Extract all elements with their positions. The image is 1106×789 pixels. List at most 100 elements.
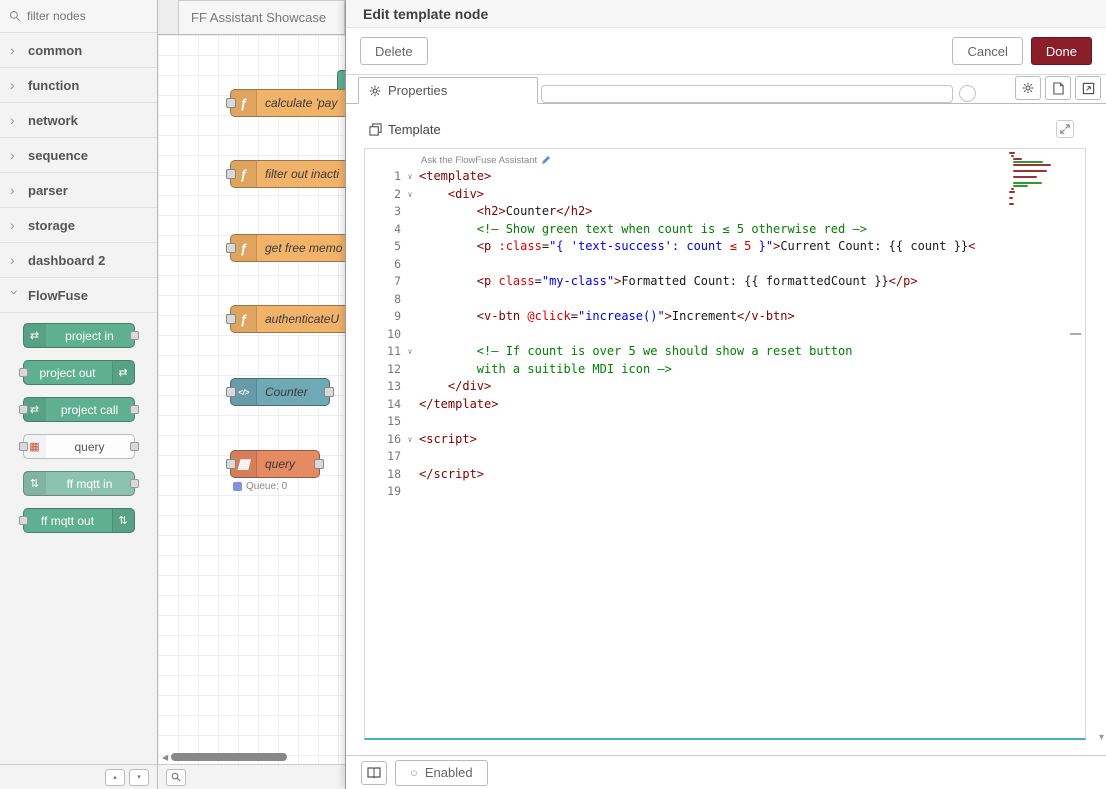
- palette-category-network[interactable]: ›network: [0, 103, 157, 138]
- code-line[interactable]: 11∨ <!— If count is over 5 we should sho…: [365, 343, 1085, 361]
- code-line[interactable]: 9 <v-btn @click="increase()">Increment</…: [365, 308, 1085, 326]
- scroll-left-icon[interactable]: ◀: [162, 753, 168, 762]
- code-line[interactable]: 19: [365, 483, 1085, 501]
- code-line[interactable]: 15: [365, 413, 1085, 431]
- code-line[interactable]: 12 with a suitible MDI icon —>: [365, 361, 1085, 379]
- chevron-icon: ›: [7, 290, 23, 300]
- port-left[interactable]: [226, 243, 236, 253]
- done-button[interactable]: Done: [1031, 37, 1092, 65]
- palette-node-ff-mqtt-out[interactable]: ff mqtt out⇅: [23, 508, 135, 533]
- line-number: 10: [365, 326, 401, 344]
- assistant-placeholder: Ask the FlowFuse Assistant: [421, 155, 537, 166]
- palette-search[interactable]: [0, 0, 157, 33]
- code-line[interactable]: 18</script>: [365, 466, 1085, 484]
- code-line[interactable]: 1∨<template>: [365, 168, 1085, 186]
- delete-button[interactable]: Delete: [360, 37, 428, 65]
- minimap[interactable]: [1009, 152, 1059, 209]
- flow-node-get-free-memo[interactable]: ƒget free memo: [230, 234, 345, 262]
- code-line[interactable]: 17: [365, 448, 1085, 466]
- template-field-row: Template: [369, 120, 1086, 138]
- template-label: Template: [388, 122, 441, 137]
- assistant-hint[interactable]: Ask the FlowFuse Assistant: [421, 152, 1085, 168]
- flow-node-calculate-pay[interactable]: ƒcalculate 'pay: [230, 89, 345, 117]
- flow-node-counter[interactable]: </>Counter: [230, 378, 330, 406]
- chevron-icon: ›: [10, 77, 20, 93]
- fold-icon: [401, 256, 419, 274]
- flow-node-filter-out-inacti[interactable]: ƒfilter out inacti: [230, 160, 345, 188]
- port-right[interactable]: [314, 459, 324, 469]
- port-left[interactable]: [226, 459, 236, 469]
- docs-book-button[interactable]: [361, 761, 387, 785]
- tab-properties[interactable]: Properties: [358, 77, 538, 104]
- canvas-horizontal-scrollbar[interactable]: ◀: [158, 750, 345, 764]
- scrolled-form-field[interactable]: [541, 85, 953, 103]
- code-line[interactable]: 10: [365, 326, 1085, 344]
- edit-panel: Edit template node Delete Cancel Done Pr…: [345, 0, 1106, 789]
- port-right[interactable]: [324, 387, 334, 397]
- tab-ff-assistant-showcase[interactable]: FF Assistant Showcase: [178, 0, 345, 34]
- flow-canvas[interactable]: ƒcalculate 'pay ƒfilter out inacti ƒget fr…: [158, 35, 345, 764]
- line-number: 11: [365, 343, 401, 361]
- palette-category-parser[interactable]: ›parser: [0, 173, 157, 208]
- code-line[interactable]: 5 <p :class="{ 'text-success': count ≤ 5…: [365, 238, 1085, 256]
- flow-node-query[interactable]: ▦queryQueue: 0: [230, 450, 320, 478]
- queue-badge: Queue: 0: [233, 481, 287, 492]
- edit-panel-title: Edit template node: [346, 0, 1106, 28]
- code-line[interactable]: 14</template>: [365, 396, 1085, 414]
- code-line[interactable]: 16∨<script>: [365, 431, 1085, 449]
- code-editor[interactable]: Ask the FlowFuse Assistant 1∨<template>2…: [364, 148, 1086, 740]
- palette-collapse-all-button[interactable]: ▴: [105, 769, 125, 786]
- palette-category-function[interactable]: ›function: [0, 68, 157, 103]
- search-icon: [9, 10, 21, 22]
- code-line[interactable]: 6: [365, 256, 1085, 274]
- enabled-label: Enabled: [425, 765, 473, 780]
- palette-category-common[interactable]: ›common: [0, 33, 157, 68]
- fold-icon: [401, 221, 419, 239]
- assistant-pencil-icon: [541, 155, 551, 165]
- palette-node-project-out[interactable]: project out⇄: [23, 360, 135, 385]
- chevron-icon: ›: [10, 147, 20, 163]
- palette-node-ff-mqtt-in[interactable]: ⇅ff mqtt in: [23, 471, 135, 496]
- palette-node-list: ⇄project in project out⇄ ⇄project call ▦que…: [0, 313, 157, 547]
- port-left[interactable]: [226, 98, 236, 108]
- expand-window-button[interactable]: [1075, 76, 1101, 100]
- palette-node-project-in[interactable]: ⇄project in: [23, 323, 135, 348]
- port-left: [19, 405, 28, 414]
- panel-scroll-down-icon[interactable]: ▾: [1099, 732, 1104, 743]
- edit-panel-tabbar: Properties: [346, 75, 1106, 104]
- enabled-toggle[interactable]: ○ Enabled: [395, 760, 488, 786]
- scrollbar-thumb[interactable]: [171, 753, 287, 761]
- cancel-button[interactable]: Cancel: [952, 37, 1022, 65]
- flow-node-authenticateu[interactable]: ƒauthenticateU: [230, 305, 345, 333]
- overview-ruler-mark: [1070, 333, 1081, 335]
- code-line[interactable]: 4 <!— Show green text when count is ≤ 5 …: [365, 221, 1085, 239]
- code-line[interactable]: 3 <h2>Counter</h2>: [365, 203, 1085, 221]
- fold-icon[interactable]: ∨: [401, 431, 419, 449]
- scrolled-form-button[interactable]: [959, 85, 976, 102]
- code-line[interactable]: 2∨ <div>: [365, 186, 1085, 204]
- fold-icon[interactable]: ∨: [401, 168, 419, 186]
- port-left[interactable]: [226, 314, 236, 324]
- palette-category-flowfuse[interactable]: ›FlowFuse: [0, 278, 157, 313]
- doc-button[interactable]: [1045, 76, 1071, 100]
- port-left[interactable]: [226, 387, 236, 397]
- port-left[interactable]: [226, 169, 236, 179]
- line-number: 14: [365, 396, 401, 414]
- palette-category-dashboard-2[interactable]: ›dashboard 2: [0, 243, 157, 278]
- code-line[interactable]: 7 <p class="my-class">Formatted Count: {…: [365, 273, 1085, 291]
- palette-node-query[interactable]: ▦query: [23, 434, 135, 459]
- editor-expand-button[interactable]: [1056, 120, 1074, 138]
- palette-expand-all-button[interactable]: ▾: [129, 769, 149, 786]
- canvas-search-button[interactable]: [166, 769, 186, 786]
- palette-category-storage[interactable]: ›storage: [0, 208, 157, 243]
- palette-search-input[interactable]: [27, 9, 137, 23]
- line-number: 3: [365, 203, 401, 221]
- fold-icon[interactable]: ∨: [401, 186, 419, 204]
- palette-node-project-call[interactable]: ⇄project call: [23, 397, 135, 422]
- fold-icon[interactable]: ∨: [401, 343, 419, 361]
- settings-button[interactable]: [1015, 76, 1041, 100]
- palette-category-sequence[interactable]: ›sequence: [0, 138, 157, 173]
- fold-icon: [401, 396, 419, 414]
- code-line[interactable]: 8: [365, 291, 1085, 309]
- code-line[interactable]: 13 </div>: [365, 378, 1085, 396]
